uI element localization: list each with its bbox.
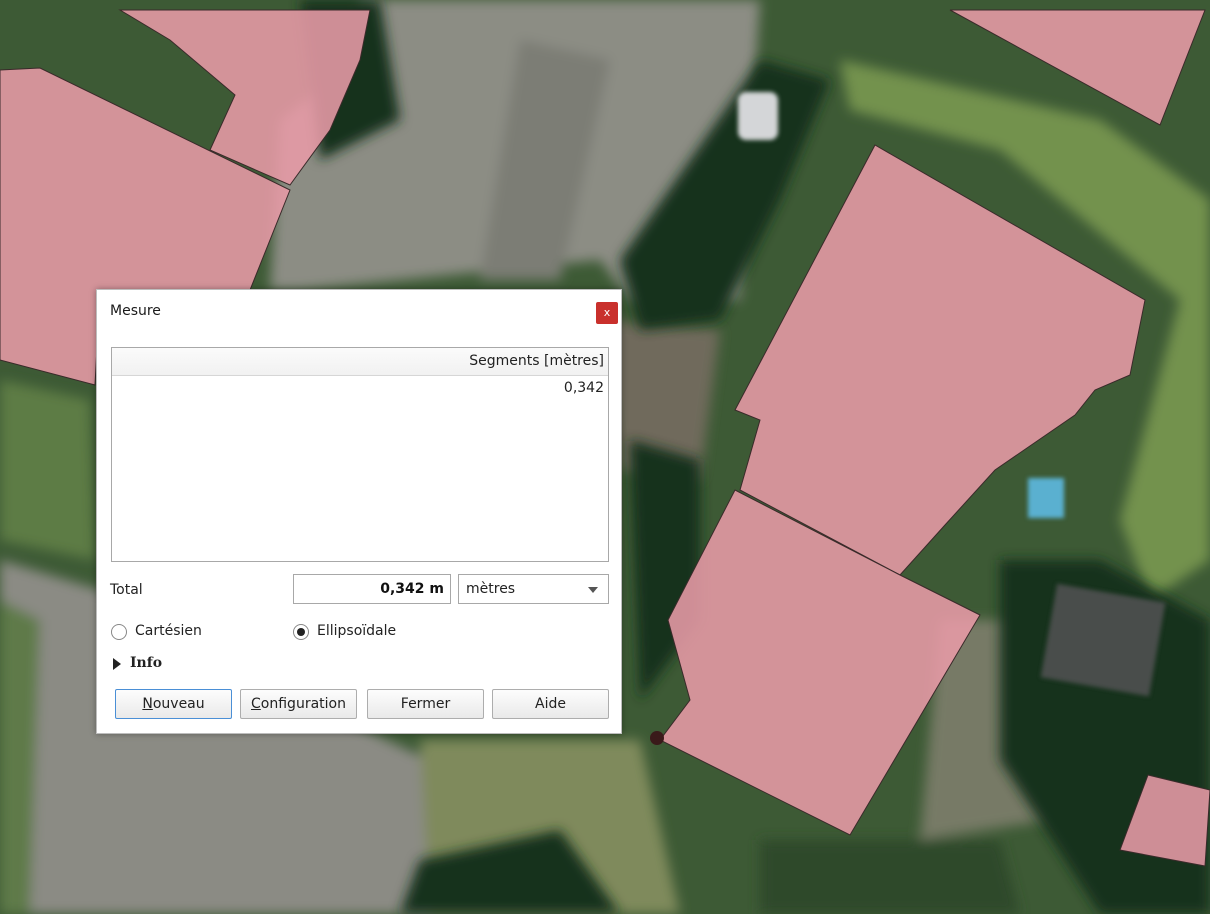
info-section-toggle[interactable]: Info (130, 655, 162, 671)
dialog-titlebar[interactable]: Mesure x (97, 290, 621, 332)
ellipsoidal-radio[interactable] (293, 624, 309, 640)
configuration-button-mnemonic: C (251, 696, 261, 712)
unit-dropdown[interactable]: mètres (458, 574, 609, 604)
expand-triangle-icon[interactable] (113, 658, 121, 670)
close-dialog-button[interactable]: Fermer (367, 689, 484, 719)
cartesian-label[interactable]: Cartésien (135, 623, 202, 639)
measure-dialog: Mesure x Segments [mètres] 0,342 Total 0… (96, 289, 622, 734)
configuration-button[interactable]: Configuration (240, 689, 357, 719)
configuration-button-label: onfiguration (260, 696, 346, 712)
ellipsoidal-label[interactable]: Ellipsoïdale (317, 623, 396, 639)
new-button[interactable]: Nouveau (115, 689, 232, 719)
segments-header[interactable]: Segments [mètres] (112, 348, 608, 376)
table-row[interactable]: 0,342 (564, 380, 604, 396)
segments-table[interactable]: Segments [mètres] 0,342 (111, 347, 609, 562)
dialog-title: Mesure (110, 303, 161, 319)
total-value-field[interactable]: 0,342 m (293, 574, 451, 604)
cartesian-radio[interactable] (111, 624, 127, 640)
help-button[interactable]: Aide (492, 689, 609, 719)
new-button-label: ouveau (152, 696, 205, 712)
close-button[interactable]: x (596, 302, 618, 324)
segments-column-label: Segments [mètres] (469, 353, 604, 369)
new-button-mnemonic: N (142, 696, 153, 712)
radio-selected-dot (297, 628, 305, 636)
unit-selected-value: mètres (466, 581, 516, 597)
total-label: Total (110, 582, 143, 598)
chevron-down-icon (588, 587, 598, 593)
